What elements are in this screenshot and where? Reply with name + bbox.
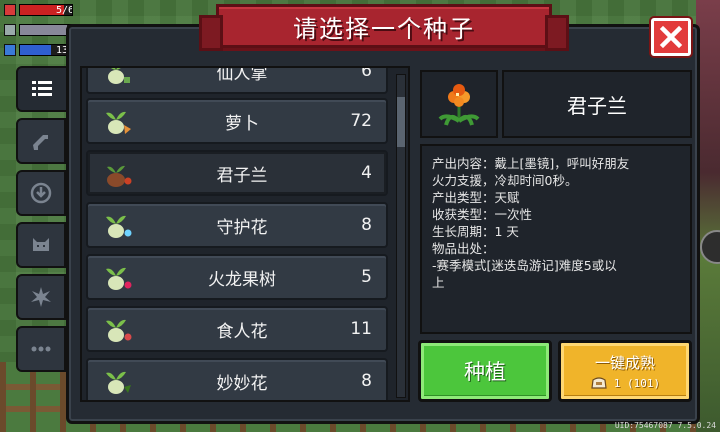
plant-info: 产出内容：戴上[墨镜]，呼叫好朋友 火力支援，冷却时间0秒。 产出类型：天赋 收… [420, 144, 692, 334]
seed-count: 11 [350, 319, 372, 339]
heart-icon [4, 4, 16, 16]
seed-count: 4 [361, 163, 372, 183]
ripen-button-label: 一键成熟 [594, 354, 655, 372]
player-status: 5/6 13 [4, 2, 74, 62]
seed-count: 6 [361, 66, 372, 81]
cat-icon [33, 238, 49, 251]
seed-name: 食人花 [216, 321, 268, 342]
plant-button-label: 种植 [464, 360, 506, 384]
tab-special[interactable] [16, 274, 66, 320]
tab-more[interactable] [16, 326, 66, 372]
close-button[interactable] [651, 18, 691, 56]
seed-name: 萝卜 [225, 113, 259, 134]
tab-list[interactable] [16, 66, 68, 112]
sprout-icon [106, 371, 131, 394]
sprout-icon [108, 68, 130, 84]
plant-name: 君子兰 [567, 93, 627, 118]
category-tabs [16, 66, 68, 378]
seed-row-clivia[interactable]: 君子兰 4 [86, 150, 388, 196]
seed-count: 8 [361, 371, 372, 391]
seed-row-dragonfruit[interactable]: 火龙果树 5 [86, 254, 388, 300]
hp-text: 5/6 [56, 5, 73, 16]
clivia-flower-icon [438, 84, 480, 126]
gun-icon [33, 135, 48, 150]
info-line: 火力支援，冷却时间0秒。 [432, 173, 578, 188]
mana-bar: 13 [4, 42, 74, 58]
mana-fill [20, 45, 52, 55]
seed-count: 8 [361, 215, 372, 235]
seed-count: 5 [361, 267, 372, 287]
seed-name: 守护花 [216, 217, 268, 238]
armor-fill [20, 25, 67, 35]
seed-row-piranha[interactable]: 食人花 11 [86, 306, 388, 352]
sprout-icon [106, 319, 132, 342]
close-x-icon [659, 25, 683, 49]
hp-bar: 5/6 [4, 2, 74, 18]
tab-seed[interactable] [16, 170, 66, 216]
info-line: 物品出处： [432, 241, 495, 256]
mana-icon [4, 44, 16, 56]
clivia-seed-icon [107, 165, 132, 187]
dialog-title: 请选择一个种子 [293, 14, 475, 43]
dialog-title-banner: 请选择一个种子 [199, 4, 569, 51]
seed-list[interactable]: 仙人掌 6 萝卜 72 君子兰 4 守护花 8 火龙果树 5 食人花 11 妙妙… [80, 66, 410, 402]
seed-count: 72 [350, 111, 372, 131]
plant-button[interactable]: 种植 [418, 340, 552, 402]
info-line: 上 [432, 275, 445, 290]
fertilizer-bag-icon [591, 377, 607, 389]
seed-row-wonder-flower[interactable]: 妙妙花 8 [86, 358, 388, 400]
info-line: 收获类型：一次性 [432, 207, 533, 222]
shield-icon [4, 24, 16, 36]
info-line: 产出类型：天赋 [432, 190, 520, 205]
plant-name-box: 君子兰 [502, 70, 692, 138]
info-line: 生长周期：1 天 [432, 224, 519, 239]
sprout-icon [106, 215, 132, 238]
seed-row-guardian-flower[interactable]: 守护花 8 [86, 202, 388, 248]
seed-name: 君子兰 [216, 165, 268, 186]
sprout-icon [106, 267, 132, 290]
list-icon [32, 81, 52, 96]
info-line: -赛季模式[迷迭岛游记]难度5或以 [432, 258, 617, 273]
seed-name: 仙人掌 [216, 66, 268, 84]
scrollbar-thumb[interactable] [397, 97, 405, 147]
ripen-price: 1 (101) [613, 376, 661, 390]
seed-row-cactus[interactable]: 仙人掌 6 [86, 66, 388, 94]
seed-name: 妙妙花 [216, 373, 268, 394]
more-dots-icon [31, 346, 51, 352]
user-id-label: UID:75467087 7.5.0.24 [614, 421, 716, 430]
seed-row-carrot[interactable]: 萝卜 72 [86, 98, 388, 144]
instant-ripen-button[interactable]: 一键成熟 1 (101) [558, 340, 692, 402]
plant-preview [420, 70, 498, 138]
ripen-cost: 1 (101) [590, 376, 660, 390]
list-scrollbar[interactable] [396, 74, 406, 398]
seed-name: 火龙果树 [208, 269, 276, 290]
info-line: 产出内容：戴上[墨镜]，呼叫好朋友 [432, 156, 630, 171]
burst-icon [31, 287, 51, 307]
armor-bar [4, 22, 74, 38]
tab-pet[interactable] [16, 222, 66, 268]
tab-weapon[interactable] [16, 118, 66, 164]
sprout-icon [106, 111, 131, 134]
seed-icon [30, 182, 52, 204]
